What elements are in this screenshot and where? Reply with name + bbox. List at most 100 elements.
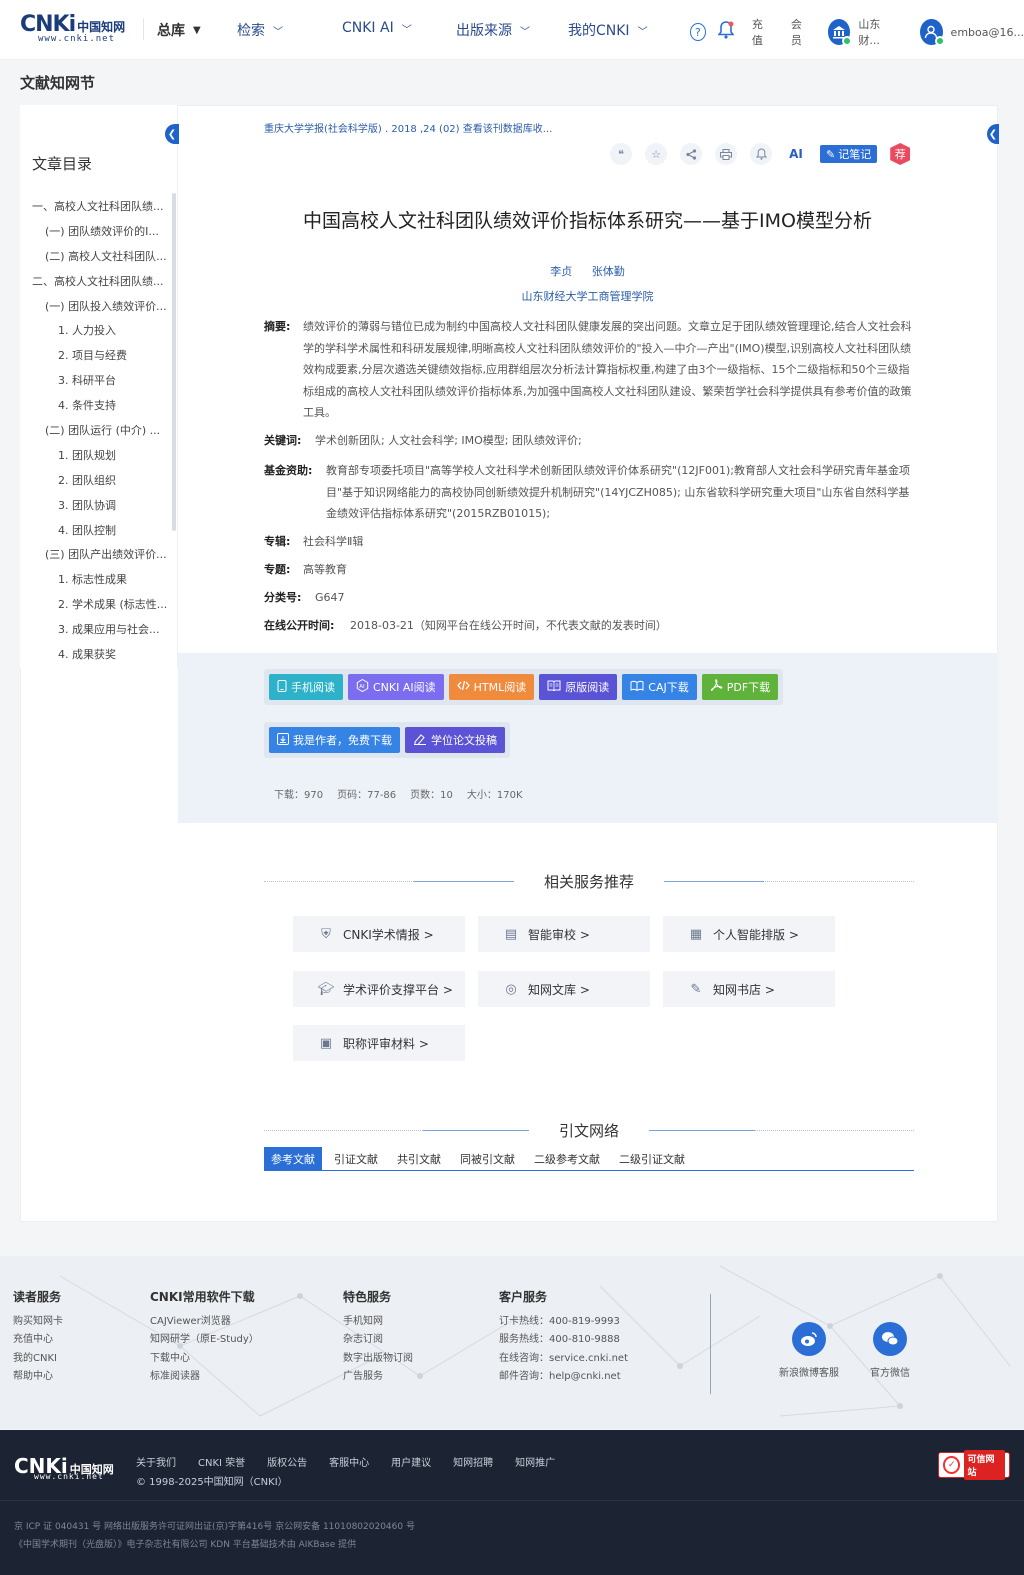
footer-cnki-logo[interactable]: CNKi 中国知网 www.cnki.net [14,1454,124,1484]
footer-link[interactable]: 手机知网 [343,1313,413,1331]
toc-item[interactable]: (二) 高校人文社科团队... [20,245,170,270]
footer-link[interactable]: 我的CNKI [13,1350,63,1368]
download-button[interactable]: 手机阅读 [269,674,343,700]
toc-item[interactable]: 3. 成果应用与社会... [20,618,170,643]
toc-item[interactable]: (三) 团队产出绩效评价... [20,543,170,568]
fund-row: 基金资助: 教育部专项委托项目"高等学校人文社科学术创新团队绩效评价体系研究"(… [264,460,914,525]
citation-tab[interactable]: 参考文献 [264,1147,322,1170]
footer-link[interactable]: 在线咨询：service.cnki.net [499,1350,628,1368]
institution-icon[interactable] [827,19,853,46]
footer-link[interactable]: 广告服务 [343,1368,413,1386]
footer-bottom-link[interactable]: CNKI 荣誉 [198,1454,245,1469]
trusted-site-badge[interactable]: ✓ 可信网站 [938,1450,1010,1480]
footer-link[interactable]: 杂志订阅 [343,1331,413,1349]
nav-cnki-ai[interactable]: CNKI AI ﹀ [342,20,412,36]
toc-item[interactable]: 4. 团队控制 [20,519,170,544]
toc-item[interactable]: 4. 成果获奖 [20,643,170,668]
citation-tab[interactable]: 共引文献 [390,1147,448,1170]
wechat-service[interactable]: 官方微信 [870,1322,910,1379]
author-link[interactable]: 张体勤 [592,265,625,278]
top-header: CNKi 中国知网 www.cnki.net 总库 ▼ 检索 ﹀ CNKI AI ﹀ 出… [0,0,1024,60]
footer-bottom-link[interactable]: 知网招聘 [453,1454,493,1469]
journal-source-link[interactable]: 重庆大学学报(社会科学版) . 2018 ,24 (02) 查看该刊数据库收..… [264,120,552,135]
footer-link[interactable]: 邮件咨询：help@cnki.net [499,1368,628,1386]
footer-bottom-link[interactable]: 关于我们 [136,1454,176,1469]
toc-item[interactable]: 1. 团队规划 [20,444,170,469]
footer-link[interactable]: 充值中心 [13,1331,63,1349]
toc-item[interactable]: 4. 条件支持 [20,394,170,419]
download-button[interactable]: CAJ下载 [622,674,697,700]
footer-link[interactable]: 购买知网卡 [13,1313,63,1331]
download-button[interactable]: HTML阅读 [448,674,535,700]
citation-tab[interactable]: 二级参考文献 [527,1147,607,1170]
nav-zongku[interactable]: 总库 ▼ [157,20,201,40]
footer-link[interactable]: 下载中心 [150,1350,259,1368]
footer-bottom-link[interactable]: 版权公告 [267,1454,307,1469]
help-icon[interactable]: ? [690,23,706,41]
toc-item[interactable]: 2. 团队组织 [20,469,170,494]
toc-item[interactable]: (二) 团队运行 (中介) ... [20,419,170,444]
member-link[interactable]: 会员 [791,16,810,48]
recommend-badge[interactable]: 荐 [890,143,911,165]
fund-text[interactable]: 教育部专项委托项目"高等学校人文社科学术创新团队绩效评价体系研究"(12JF00… [326,460,914,525]
toc-scrollbar[interactable] [172,193,176,531]
footer-link[interactable]: 数字出版物订阅 [343,1350,413,1368]
ai-icon: AI [356,678,369,695]
toc-item[interactable]: (一) 团队绩效评价的I... [20,220,170,245]
download-button[interactable]: PDF下载 [701,674,779,700]
download-button[interactable]: 学位论文投稿 [405,727,505,753]
toc-item[interactable]: 2. 项目与经费 [20,344,170,369]
citation-tab[interactable]: 二级引证文献 [612,1147,692,1170]
footer-link[interactable]: CAJViewer浏览器 [150,1313,259,1331]
toc-item[interactable]: 一、高校人文社科团队绩... [20,195,170,220]
toc-item[interactable]: 2. 学术成果 (标志性... [20,593,170,618]
download-button[interactable]: 我是作者，免费下载 [269,727,400,753]
footer-link[interactable]: 帮助中心 [13,1368,63,1386]
related-service-tile[interactable]: ⛨ CNKI学术情报 > [293,916,465,952]
related-service-tile[interactable]: ▦ 个人智能排版 > [663,916,835,952]
nav-search[interactable]: 检索 ﹀ [237,20,283,40]
weibo-service[interactable]: 新浪微博客服 [779,1322,839,1379]
author-link[interactable]: 李贞 [550,265,572,278]
footer-bottom-link[interactable]: 客服中心 [329,1454,369,1469]
related-service-tile[interactable]: ◎ 知网文库 > [478,971,650,1007]
related-service-tile[interactable]: ✎ 知网书店 > [663,971,835,1007]
nav-sources[interactable]: 出版来源 ﹀ [456,20,530,40]
toc-item[interactable]: 二、高校人文社科团队绩... [20,270,170,295]
star-icon[interactable]: ☆ [645,143,667,165]
download-button[interactable]: AI CNKI AI阅读 [348,674,444,700]
citation-tab[interactable]: 引证文献 [327,1147,385,1170]
user-name[interactable]: emboa@16... [951,26,1024,39]
affiliation-link[interactable]: 山东财经大学工商管理学院 [180,288,995,304]
toc-item[interactable]: 1. 人力投入 [20,319,170,344]
related-service-tile[interactable]: ▣ 职称评审材料 > [293,1025,465,1061]
related-service-tile[interactable]: 🎓︎ 学术评价支撑平台 > [293,971,465,1007]
subscribe-bell-icon[interactable] [750,143,772,165]
bell-icon[interactable] [717,21,735,43]
cnki-logo[interactable]: CNKi 中国知网 www.cnki.net [20,12,128,44]
footer-bottom-link[interactable]: 用户建议 [391,1454,431,1469]
toc-item[interactable]: 3. 团队协调 [20,494,170,519]
footer-link[interactable]: 知网研学（原E-Study） [150,1331,259,1349]
footer-link[interactable]: 订卡热线：400-819-9993 [499,1313,628,1331]
take-note-button[interactable]: ✎ 记笔记 [820,145,878,163]
download-button[interactable]: 原版阅读 [539,674,618,700]
footer-link[interactable]: 标准阅读器 [150,1368,259,1386]
footer-bottom-link[interactable]: 知网推广 [515,1454,555,1469]
quote-icon[interactable]: ❝ [610,143,632,165]
nav-my-cnki[interactable]: 我的CNKI ﹀ [568,20,648,40]
print-icon[interactable] [715,143,737,165]
footer-link[interactable]: 服务热线：400-810-9888 [499,1331,628,1349]
toc-item[interactable]: 3. 科研平台 [20,369,170,394]
keywords-links[interactable]: 学术创新团队; 人文社会科学; IMO模型; 团队绩效评价; [315,430,582,452]
toc-item[interactable]: 1. 标志性成果 [20,568,170,593]
ai-icon[interactable]: AI [785,147,807,161]
collapse-toc-chevron-icon[interactable]: ❮ [165,124,179,144]
recharge-link[interactable]: 充值 [752,16,771,48]
user-avatar-icon[interactable] [920,19,945,46]
institution-name[interactable]: 山东财... [858,16,896,48]
toc-item[interactable]: (一) 团队投入绩效评价... [20,295,170,320]
citation-tab[interactable]: 同被引文献 [453,1147,522,1170]
related-service-tile[interactable]: ▤ 智能审校 > [478,916,650,952]
share-icon[interactable] [680,143,702,165]
